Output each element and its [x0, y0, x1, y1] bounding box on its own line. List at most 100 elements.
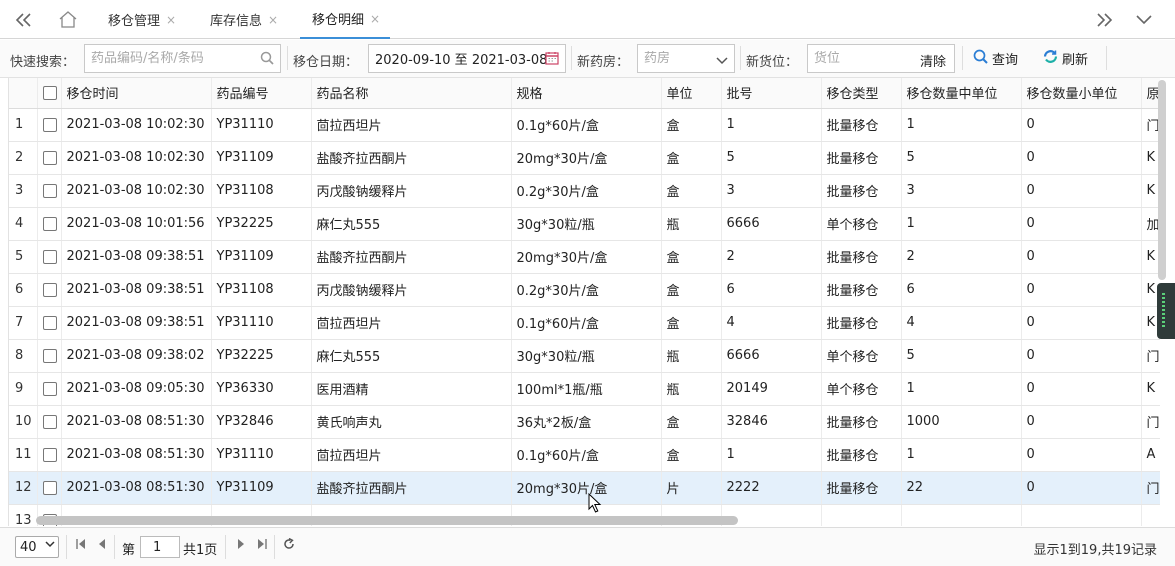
- row-select-cell[interactable]: [37, 306, 62, 340]
- row-checkbox[interactable]: [42, 117, 57, 132]
- chevron-down-icon[interactable]: [716, 54, 728, 69]
- table-row[interactable]: 1 2021-03-08 10:02:30 YP31110 茴拉西坦片 0.1g*60片…: [9, 108, 1160, 142]
- cell-time: 2021-03-08 09:38:51: [61, 240, 212, 274]
- new-location-input[interactable]: [814, 51, 914, 66]
- table-row[interactable]: 5 2021-03-08 09:38:51 YP31109 盐酸齐拉西酮片 20mg*3…: [9, 240, 1160, 274]
- new-pharmacy-select[interactable]: [637, 44, 735, 73]
- home-icon[interactable]: [50, 0, 86, 39]
- cell-spec: 30g*30粒/瓶: [511, 339, 662, 373]
- close-icon[interactable]: ×: [166, 13, 176, 27]
- horizontal-scrollbar[interactable]: [36, 516, 738, 525]
- table-row[interactable]: 9 2021-03-08 09:05:30 YP36330 医用酒精 100ml*1瓶/…: [9, 372, 1160, 406]
- page-size-select[interactable]: 40: [15, 536, 59, 558]
- row-number: 9: [9, 372, 38, 406]
- row-checkbox[interactable]: [42, 414, 57, 429]
- cell-orig: K: [1141, 372, 1160, 406]
- side-widget-handle[interactable]: [1157, 283, 1175, 339]
- cell-small: 0: [1021, 471, 1142, 505]
- transfer-detail-grid: 移仓时间 药品编号 药品名称 规格 单位 批号 移仓类型 移仓数量中单位 移仓数…: [8, 78, 1160, 526]
- row-checkbox[interactable]: [42, 480, 57, 495]
- cell-batch: 20149: [721, 372, 822, 406]
- row-checkbox[interactable]: [42, 447, 57, 462]
- column-header[interactable]: 移仓数量中单位: [901, 78, 1022, 109]
- last-page-icon[interactable]: [257, 538, 267, 553]
- row-checkbox[interactable]: [42, 381, 57, 396]
- tab-transfer-detail[interactable]: 移仓明细 ×: [300, 0, 391, 39]
- cell-type: 单个移仓: [821, 207, 902, 241]
- prev-page-icon[interactable]: [98, 538, 106, 553]
- row-select-cell[interactable]: [37, 438, 62, 472]
- table-row[interactable]: 11 2021-03-08 08:51:30 YP31110 茴拉西坦片 0.1g*60…: [9, 438, 1160, 472]
- column-header[interactable]: 单位: [661, 78, 722, 109]
- tab-transfer-management[interactable]: 移仓管理 ×: [96, 0, 176, 39]
- refresh-button[interactable]: 刷新: [1043, 44, 1088, 73]
- double-chevron-right-icon[interactable]: [1086, 0, 1122, 39]
- row-checkbox[interactable]: [42, 315, 57, 330]
- row-select-cell[interactable]: [37, 174, 62, 208]
- vertical-scrollbar[interactable]: [1158, 80, 1166, 280]
- cell-batch: 6666: [721, 207, 822, 241]
- cell-spec: 20mg*30片/盒: [511, 240, 662, 274]
- next-page-icon[interactable]: [237, 538, 245, 553]
- row-select-cell[interactable]: [37, 207, 62, 241]
- row-checkbox[interactable]: [42, 216, 57, 231]
- select-all-header[interactable]: [37, 78, 62, 109]
- table-row[interactable]: 10 2021-03-08 08:51:30 YP32846 黄氏响声丸 36丸*2板/…: [9, 405, 1160, 439]
- table-row[interactable]: 2 2021-03-08 10:02:30 YP31109 盐酸齐拉西酮片 20mg*3…: [9, 141, 1160, 175]
- query-button[interactable]: 查询: [973, 44, 1018, 73]
- cell-orig: 门: [1141, 471, 1160, 505]
- row-select-cell[interactable]: [37, 471, 62, 505]
- table-row[interactable]: 12 2021-03-08 08:51:30 YP31109 盐酸齐拉西酮片 20mg*…: [9, 471, 1160, 505]
- column-header[interactable]: 移仓类型: [821, 78, 902, 109]
- row-checkbox[interactable]: [42, 183, 57, 198]
- clear-button[interactable]: 清除: [920, 51, 946, 70]
- new-location-field[interactable]: 清除: [807, 44, 955, 73]
- column-header[interactable]: 药品编号: [211, 78, 312, 109]
- double-chevron-left-icon[interactable]: [6, 0, 42, 39]
- chevron-down-icon[interactable]: [1126, 0, 1162, 39]
- table-header-row: 移仓时间 药品编号 药品名称 规格 单位 批号 移仓类型 移仓数量中单位 移仓数…: [9, 78, 1160, 109]
- column-header[interactable]: 规格: [511, 78, 662, 109]
- table-row[interactable]: 4 2021-03-08 10:01:56 YP32225 麻仁丸555 30g*30粒…: [9, 207, 1160, 241]
- close-icon[interactable]: ×: [268, 13, 278, 27]
- row-select-cell[interactable]: [37, 339, 62, 373]
- table-row[interactable]: 7 2021-03-08 09:38:51 YP31110 茴拉西坦片 0.1g*60片…: [9, 306, 1160, 340]
- table-row[interactable]: 8 2021-03-08 09:38:02 YP32225 麻仁丸555 30g*30粒…: [9, 339, 1160, 373]
- select-all-checkbox[interactable]: [42, 85, 57, 100]
- cell-small: 0: [1021, 372, 1142, 406]
- reload-icon[interactable]: [283, 537, 295, 553]
- cell-type: 批量移仓: [821, 471, 902, 505]
- column-header[interactable]: 移仓数量小单位: [1021, 78, 1142, 109]
- page-number-input[interactable]: 1: [140, 536, 180, 558]
- first-page-icon[interactable]: [76, 538, 86, 553]
- row-select-cell[interactable]: [37, 108, 62, 142]
- row-select-cell[interactable]: [37, 240, 62, 274]
- cell-spec: 36丸*2板/盒: [511, 405, 662, 439]
- cell-unit: 盒: [661, 174, 722, 208]
- row-checkbox[interactable]: [42, 249, 57, 264]
- tab-bar: 移仓管理 × 库存信息 × 移仓明细 ×: [0, 0, 1175, 39]
- row-select-cell[interactable]: [37, 405, 62, 439]
- quick-search-field[interactable]: [84, 44, 281, 73]
- row-select-cell[interactable]: [37, 273, 62, 307]
- chevron-down-icon: [45, 540, 55, 551]
- row-checkbox[interactable]: [42, 150, 57, 165]
- column-header[interactable]: 药品名称: [311, 78, 512, 109]
- quick-search-input[interactable]: [91, 51, 274, 66]
- close-icon[interactable]: ×: [370, 12, 380, 26]
- tab-inventory-info[interactable]: 库存信息 ×: [198, 0, 278, 39]
- row-checkbox[interactable]: [42, 282, 57, 297]
- cell-code: YP31109: [211, 141, 312, 175]
- table-row[interactable]: 3 2021-03-08 10:02:30 YP31108 丙戊酸钠缓释片 0.2g*3…: [9, 174, 1160, 208]
- transfer-date-field[interactable]: 2020-09-10 至 2021-03-08: [368, 44, 566, 73]
- row-checkbox[interactable]: [42, 348, 57, 363]
- row-select-cell[interactable]: [37, 372, 62, 406]
- column-header[interactable]: 移仓时间: [61, 78, 212, 109]
- column-header[interactable]: 批号: [721, 78, 822, 109]
- calendar-icon[interactable]: [545, 51, 559, 69]
- table-row[interactable]: 6 2021-03-08 09:38:51 YP31108 丙戊酸钠缓释片 0.2g*3…: [9, 273, 1160, 307]
- refresh-icon: [1043, 49, 1058, 68]
- cell-spec: 0.1g*60片/盒: [511, 438, 662, 472]
- search-icon[interactable]: [260, 51, 274, 69]
- row-select-cell[interactable]: [37, 141, 62, 175]
